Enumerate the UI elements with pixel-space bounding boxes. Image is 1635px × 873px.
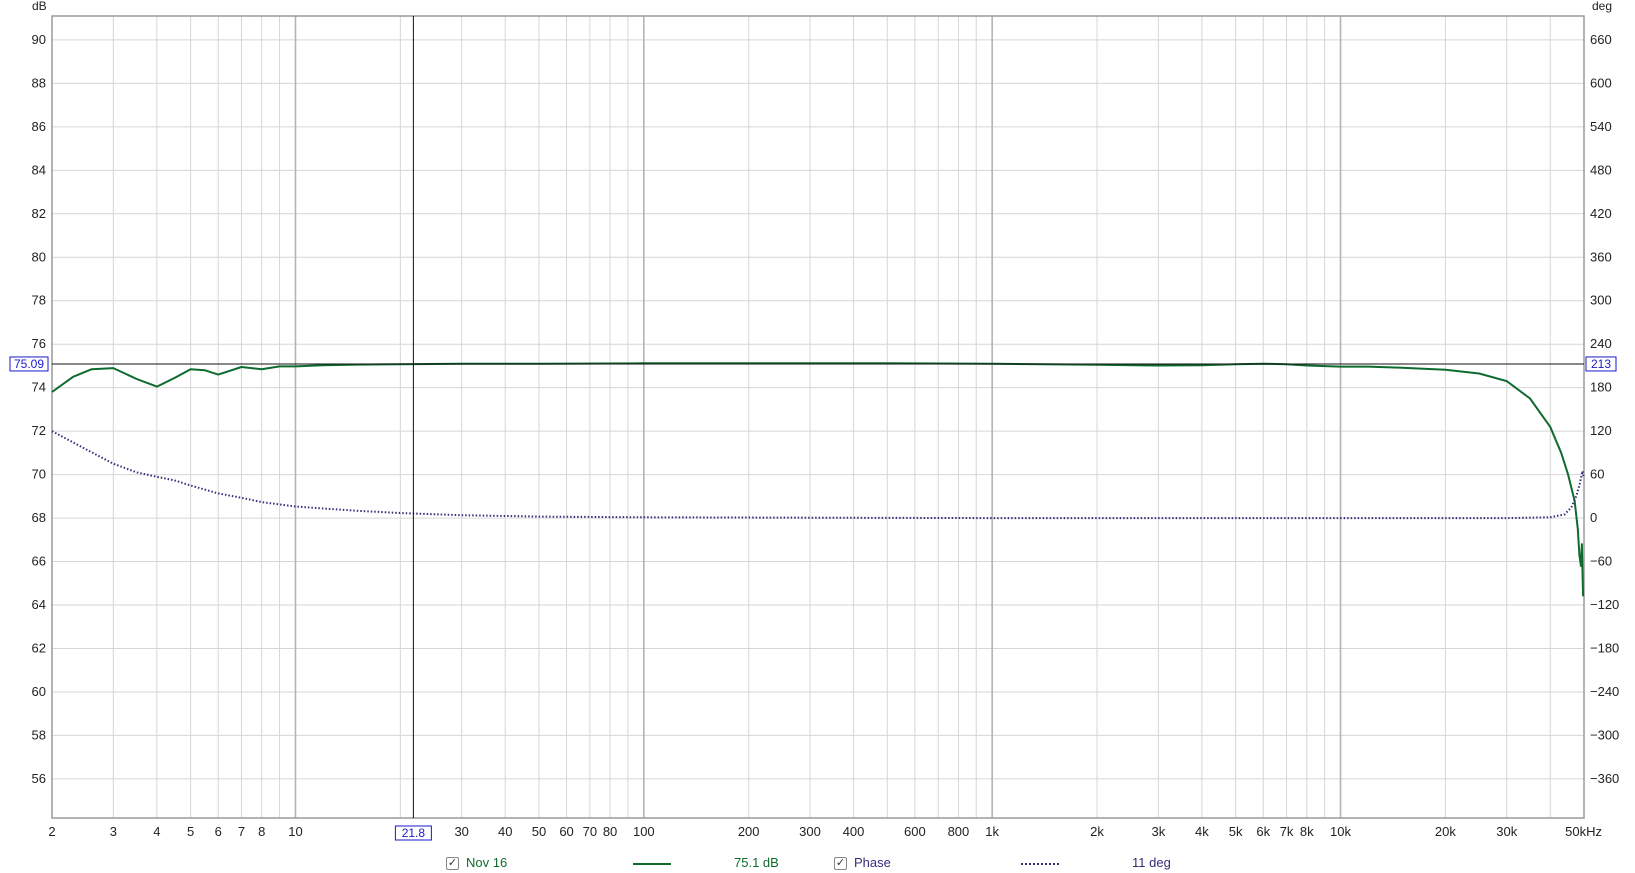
y-tick-label: 66 [32,554,46,569]
magnitude-series-name: Nov 16 [466,855,508,870]
x-tick-label: 200 [738,824,760,839]
x-tick-label: 70 [583,824,597,839]
x-tick-label: 800 [948,824,970,839]
x-tick-label: 50kHz [1565,824,1602,839]
y2-tick-label: 420 [1590,206,1612,221]
x-tick-label: 30k [1496,824,1517,839]
y2-tick-label: 660 [1590,32,1612,47]
x-tick-label: 10 [288,824,302,839]
y2-tick-label: −240 [1590,684,1619,699]
legend-item-magnitude: ✓ Nov 16 75.1 dB [446,853,806,873]
y2-tick-labels: −360 −300 −240 −180 −120 −60 0 60 120 180 240 300 36… [1590,32,1619,786]
x-tick-label: 40 [498,824,512,839]
x-tick-label: 50 [532,824,546,839]
x-tick-label: 4k [1195,824,1209,839]
y-tick-label: 84 [32,162,46,177]
legend-item-phase: ✓ Phase 11 deg [834,853,1194,873]
y-tick-label: 88 [32,75,46,90]
x-tick-label: 60 [559,824,573,839]
magnitude-visibility-checkbox[interactable]: ✓ [446,857,459,870]
x-tick-label: 5 [187,824,194,839]
phase-legend-swatch [1021,863,1059,865]
phase-series-name: Phase [854,855,891,870]
frequency-response-chart: 2 3 4 5 6 7 8 10 30 40 50 60 70 80 100 200 300 400 600 800 1… [9,0,1619,841]
y-tick-labels: 56 58 60 62 64 66 68 70 72 74 76 78 80 82 84 86 88 90 [32,32,46,786]
y-tick-label: 72 [32,423,46,438]
y2-axis-unit: deg [1592,0,1612,13]
y2-tick-label: 480 [1590,162,1612,177]
x-tick-label: 6 [215,824,222,839]
x-tick-label: 7k [1280,824,1294,839]
x-tick-label: 2k [1090,824,1104,839]
y2-tick-label: 600 [1590,75,1612,90]
x-tick-label: 3 [110,824,117,839]
y2-tick-label: −300 [1590,727,1619,742]
x-tick-label: 20k [1435,824,1456,839]
minor-gridlines [51,16,1585,818]
x-tick-label: 1k [985,824,999,839]
y-tick-label: 90 [32,32,46,47]
phase-visibility-checkbox[interactable]: ✓ [834,857,847,870]
x-tick-label: 5k [1229,824,1243,839]
x-tick-label: 3k [1152,824,1166,839]
y-tick-label: 58 [32,727,46,742]
y2-tick-label: −180 [1590,640,1619,655]
y-tick-label: 80 [32,249,46,264]
cursor-x-readout: 21.8 [402,826,426,840]
x-tick-label: 4 [153,824,160,839]
y2-tick-label: 60 [1590,467,1604,482]
x-tick-label: 7 [238,824,245,839]
y2-tick-label: −120 [1590,597,1619,612]
x-tick-labels: 2 3 4 5 6 7 8 10 30 40 50 60 70 80 100 200 300 400 600 800 1… [48,824,1602,839]
x-tick-label: 300 [799,824,821,839]
y-tick-label: 60 [32,684,46,699]
y-tick-label: 86 [32,119,46,134]
plot-frame [51,15,1585,819]
y-axis-unit: dB [32,0,47,13]
y-tick-label: 76 [32,336,46,351]
x-tick-label: 400 [843,824,865,839]
cursor[interactable]: 75.09 213 21.8 [9,16,1617,841]
y2-tick-label: 0 [1590,510,1597,525]
y-tick-label: 78 [32,293,46,308]
phase-readout: 11 deg [1132,855,1171,870]
x-tick-label: 80 [603,824,617,839]
major-gridlines [294,16,1342,818]
cursor-y2-readout: 213 [1591,357,1611,371]
y2-tick-label: 240 [1590,336,1612,351]
magnitude-legend-swatch [633,863,671,865]
magnitude-readout: 75.1 dB [734,855,779,870]
x-tick-label: 8 [258,824,265,839]
y2-tick-label: 540 [1590,119,1612,134]
x-tick-label: 6k [1256,824,1270,839]
x-tick-label: 600 [904,824,926,839]
x-tick-label: 2 [48,824,55,839]
x-tick-label: 10k [1330,824,1351,839]
y2-tick-label: 120 [1590,423,1612,438]
y-tick-label: 68 [32,510,46,525]
y-tick-label: 82 [32,206,46,221]
y-tick-label: 70 [32,467,46,482]
y-tick-label: 56 [32,771,46,786]
y2-tick-label: 300 [1590,293,1612,308]
y2-tick-label: 180 [1590,380,1612,395]
y-tick-label: 62 [32,640,46,655]
y2-tick-label: −60 [1590,554,1612,569]
x-tick-label: 30 [454,824,468,839]
y-tick-label: 74 [32,380,46,395]
cursor-y-readout: 75.09 [14,357,44,371]
x-tick-label: 8k [1300,824,1314,839]
y-tick-label: 64 [32,597,46,612]
x-tick-label: 100 [633,824,655,839]
y2-tick-label: −360 [1590,771,1619,786]
y2-tick-label: 360 [1590,249,1612,264]
